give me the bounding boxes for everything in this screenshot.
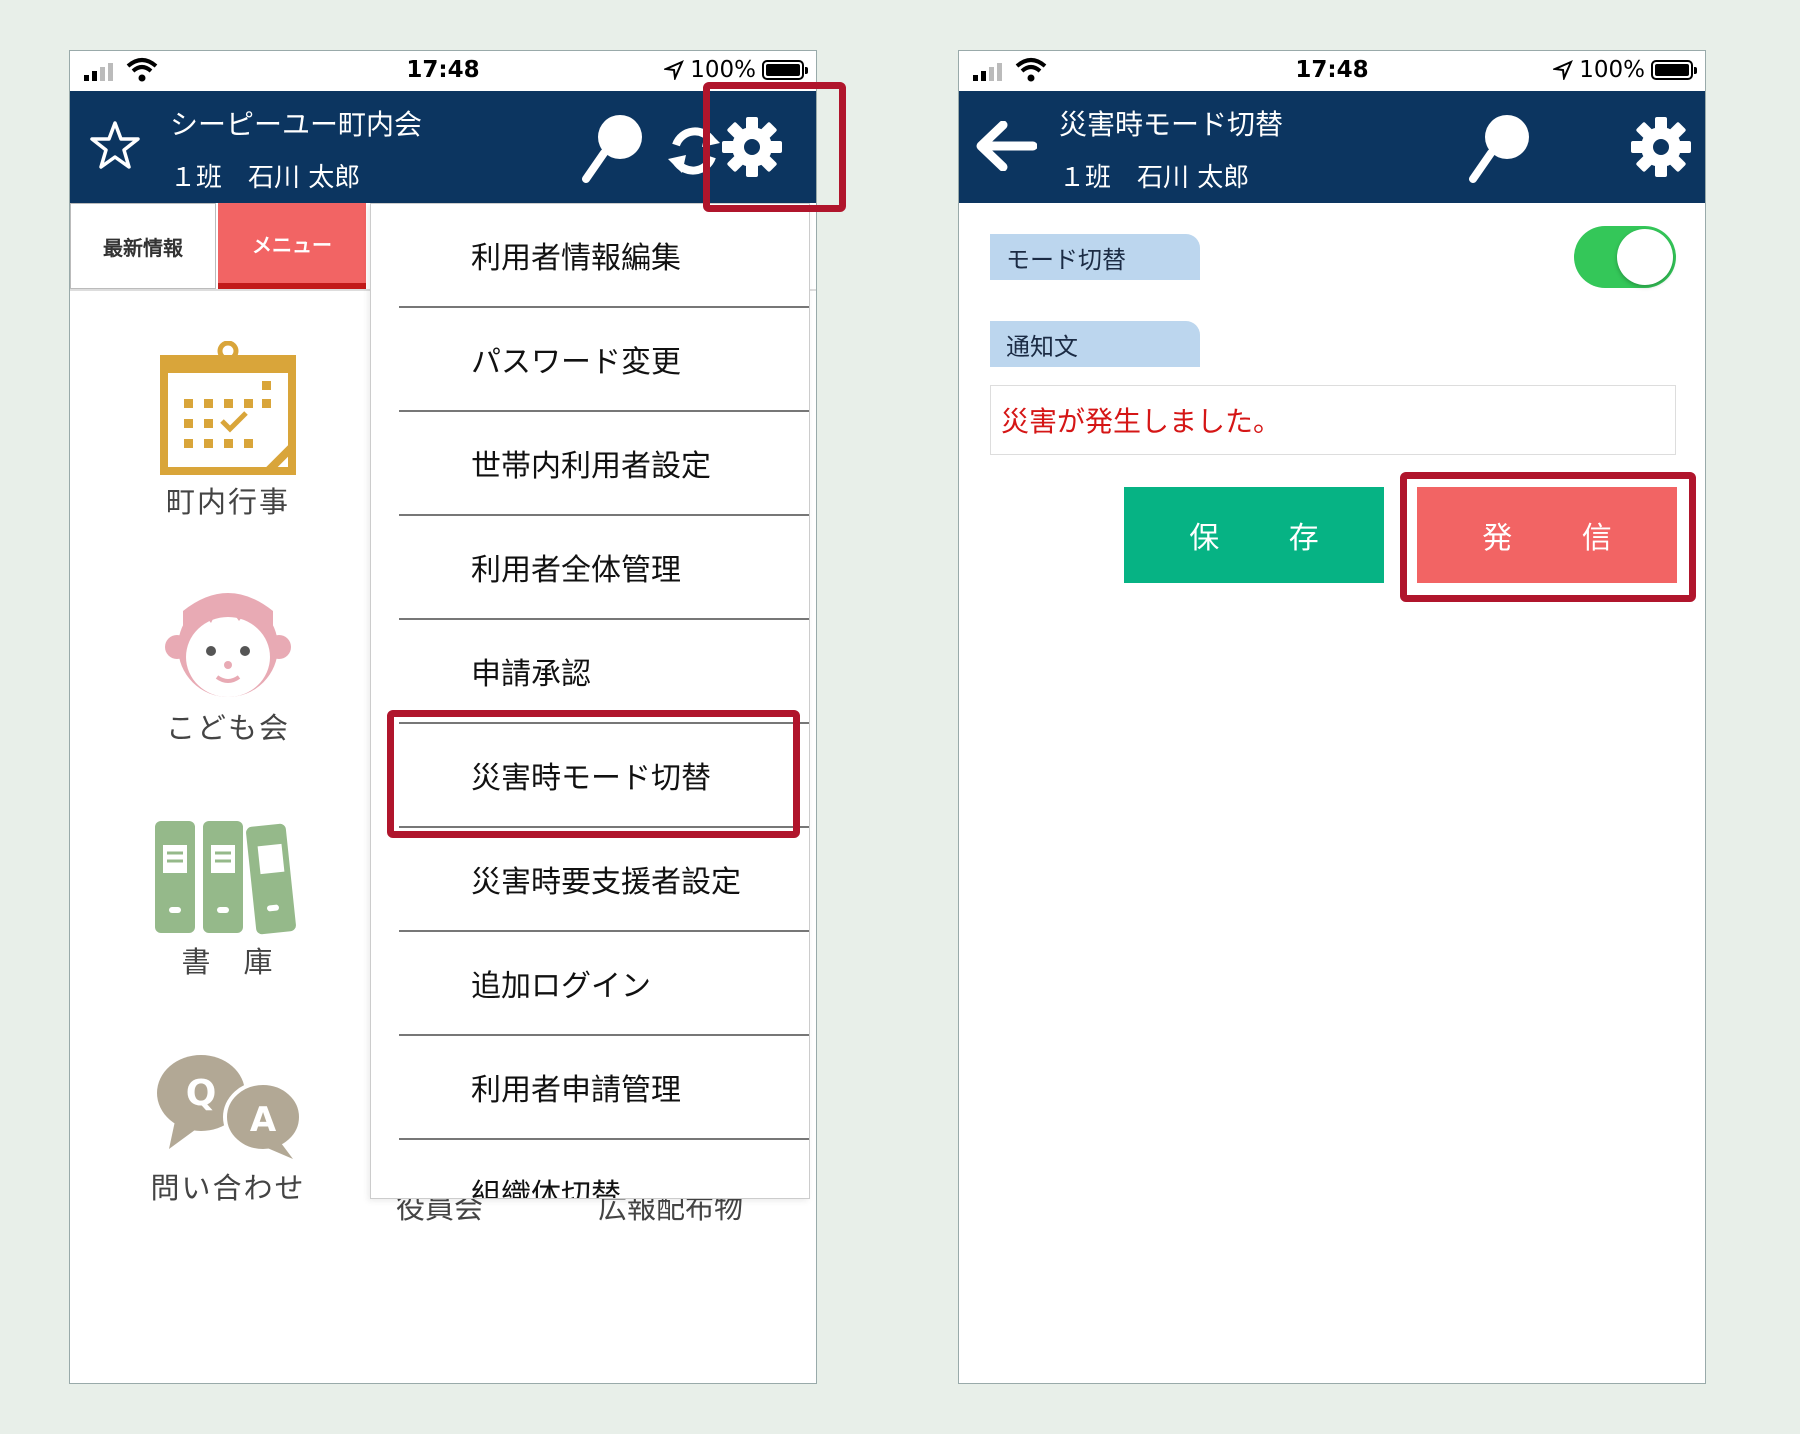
battery-percent: 100%	[1579, 57, 1645, 83]
refresh-icon[interactable]	[666, 123, 722, 179]
grid-label-kids: こども会	[165, 711, 290, 745]
menu-item-add-login[interactable]: 追加ログイン	[399, 932, 809, 1036]
tab-latest-info[interactable]: 最新情報	[70, 203, 216, 289]
grid-item-kids[interactable]: こども会	[118, 581, 338, 747]
menu-item-support-needed[interactable]: 災害時要支援者設定	[399, 828, 809, 932]
svg-text:A: A	[250, 1100, 277, 1140]
location-arrow-icon	[664, 60, 685, 80]
gear-icon[interactable]	[720, 115, 784, 179]
page-title: 災害時モード切替	[1059, 108, 1284, 141]
grid-label-inquiry: 問い合わせ	[150, 1171, 306, 1205]
grid-item-library[interactable]: 書 庫	[118, 821, 338, 981]
menu-item-switch-org[interactable]: 組織体切替	[399, 1140, 809, 1198]
star-icon[interactable]	[88, 119, 142, 173]
calendar-icon	[160, 340, 296, 475]
app-header: シーピーユー町内会 １班 石川 太郎	[70, 91, 816, 203]
user-subtitle: １班 石川 太郎	[1059, 163, 1250, 193]
grid-item-events[interactable]: 町内行事	[118, 340, 338, 521]
grid-label-library: 書 庫	[181, 945, 275, 979]
tab-menu[interactable]: メニュー	[218, 203, 366, 289]
notice-text-input[interactable]: 災害が発生しました。	[990, 385, 1676, 455]
grid-label-events: 町内行事	[165, 485, 290, 519]
send-button[interactable]: 発 信	[1417, 487, 1677, 583]
menu-item-change-password[interactable]: パスワード変更	[399, 308, 809, 412]
toggle-knob	[1617, 229, 1673, 285]
binders-icon	[155, 821, 296, 935]
mode-toggle[interactable]	[1574, 226, 1676, 288]
battery-icon	[1651, 60, 1697, 80]
left-phone-screen: 17:48 100% シーピーユー町内会 １班 石川 太郎 最新情報 メニュー …	[69, 50, 817, 1384]
child-icon	[165, 593, 291, 697]
grid-item-inquiry[interactable]: Q A 問い合わせ	[118, 1053, 338, 1207]
search-pin-icon[interactable]	[1469, 113, 1535, 183]
menu-item-all-users[interactable]: 利用者全体管理	[399, 516, 809, 620]
menu-item-edit-user[interactable]: 利用者情報編集	[399, 204, 809, 308]
status-bar: 17:48 100%	[70, 51, 816, 91]
notice-text-label: 通知文	[990, 321, 1200, 367]
menu-item-disaster-mode[interactable]: 災害時モード切替	[399, 724, 809, 828]
app-header: 災害時モード切替 １班 石川 太郎	[959, 91, 1705, 203]
settings-dropdown-menu: 利用者情報編集 パスワード変更 世帯内利用者設定 利用者全体管理 申請承認 災害…	[370, 203, 810, 1199]
menu-item-user-applications[interactable]: 利用者申請管理	[399, 1036, 809, 1140]
status-bar: 17:48 100%	[959, 51, 1705, 91]
qa-bubbles-icon: Q A	[157, 1055, 303, 1159]
location-arrow-icon	[1553, 60, 1574, 80]
svg-text:Q: Q	[186, 1073, 217, 1114]
menu-item-approvals[interactable]: 申請承認	[399, 620, 809, 724]
menu-item-household-users[interactable]: 世帯内利用者設定	[399, 412, 809, 516]
battery-percent: 100%	[690, 57, 756, 83]
battery-icon	[762, 60, 808, 80]
save-button[interactable]: 保 存	[1124, 487, 1384, 583]
org-title: シーピーユー町内会	[170, 108, 423, 141]
back-arrow-icon[interactable]	[975, 121, 1037, 171]
user-subtitle: １班 石川 太郎	[170, 163, 361, 193]
mode-switch-label: モード切替	[990, 234, 1200, 280]
search-pin-icon[interactable]	[582, 113, 648, 183]
right-phone-screen: 17:48 100% 災害時モード切替 １班 石川 太郎 モード切替 通知文 災…	[958, 50, 1706, 1384]
gear-icon[interactable]	[1629, 115, 1693, 179]
